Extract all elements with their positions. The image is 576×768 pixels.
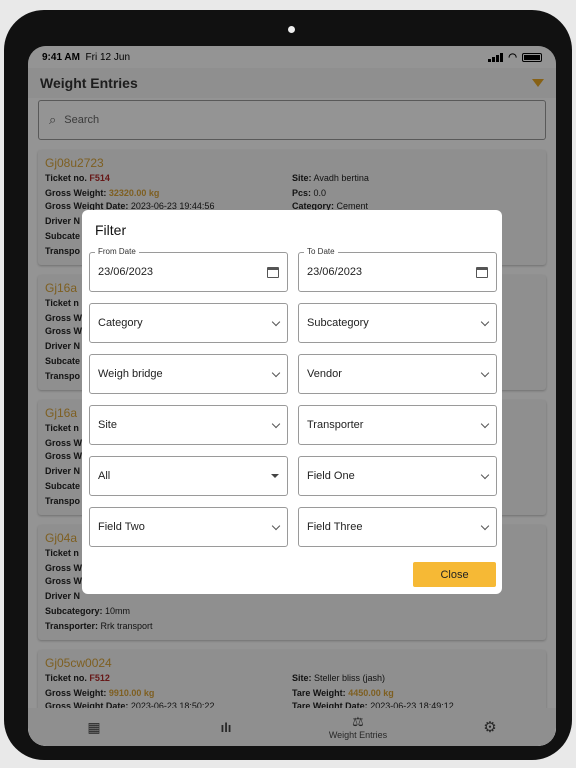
to-date-label: To Date: [304, 247, 338, 256]
dialog-title: Filter: [95, 222, 127, 238]
vendor-select[interactable]: Vendor: [298, 354, 497, 394]
chevron-down-icon: [480, 368, 490, 377]
tablet-frame: 9:41 AM Fri 12 Jun ◠ Weight Entries ⌕ Se…: [4, 10, 572, 760]
from-date-value: 23/06/2023: [98, 266, 154, 278]
chevron-down-icon: [271, 317, 281, 326]
site-label: Site: [98, 419, 117, 431]
transporter-label: Transporter: [307, 419, 364, 431]
chevron-down-icon: [271, 521, 281, 530]
chevron-down-icon: [480, 317, 490, 326]
category-label: Category: [98, 317, 143, 329]
calendar-icon[interactable]: [476, 266, 488, 278]
chevron-down-icon: [480, 470, 490, 479]
site-select[interactable]: Site: [89, 405, 288, 445]
chevron-down-icon: [480, 419, 490, 428]
calendar-icon[interactable]: [267, 266, 279, 278]
to-date-value: 23/06/2023: [307, 266, 363, 278]
subcategory-select[interactable]: Subcategory: [298, 303, 497, 343]
weighbridge-select[interactable]: Weigh bridge: [89, 354, 288, 394]
from-date-field[interactable]: From Date 23/06/2023: [89, 247, 288, 292]
vendor-label: Vendor: [307, 368, 342, 380]
transporter-select[interactable]: Transporter: [298, 405, 497, 445]
to-date-field[interactable]: To Date 23/06/2023: [298, 247, 497, 292]
subcategory-label: Subcategory: [307, 317, 369, 329]
chevron-down-icon: [271, 368, 281, 377]
close-button[interactable]: Close: [413, 562, 496, 587]
filter-dialog: Filter From Date 23/06/2023 To Date 23/06/…: [82, 210, 502, 594]
status-select[interactable]: All: [89, 456, 288, 496]
chevron-down-icon: [271, 419, 281, 428]
screen: 9:41 AM Fri 12 Jun ◠ Weight Entries ⌕ Se…: [28, 46, 556, 746]
status-label: All: [98, 470, 111, 482]
field-two-select[interactable]: Field Two: [89, 507, 288, 547]
field-three-select[interactable]: Field Three: [298, 507, 497, 547]
chevron-down-icon: [480, 521, 490, 530]
weighbridge-label: Weigh bridge: [98, 368, 163, 380]
field-one-select[interactable]: Field One: [298, 456, 497, 496]
caret-down-icon: [271, 474, 279, 478]
field-three-label: Field Three: [307, 521, 363, 533]
category-select[interactable]: Category: [89, 303, 288, 343]
from-date-label: From Date: [95, 247, 139, 256]
camera: [288, 26, 295, 33]
field-one-label: Field One: [307, 470, 355, 482]
field-two-label: Field Two: [98, 521, 145, 533]
